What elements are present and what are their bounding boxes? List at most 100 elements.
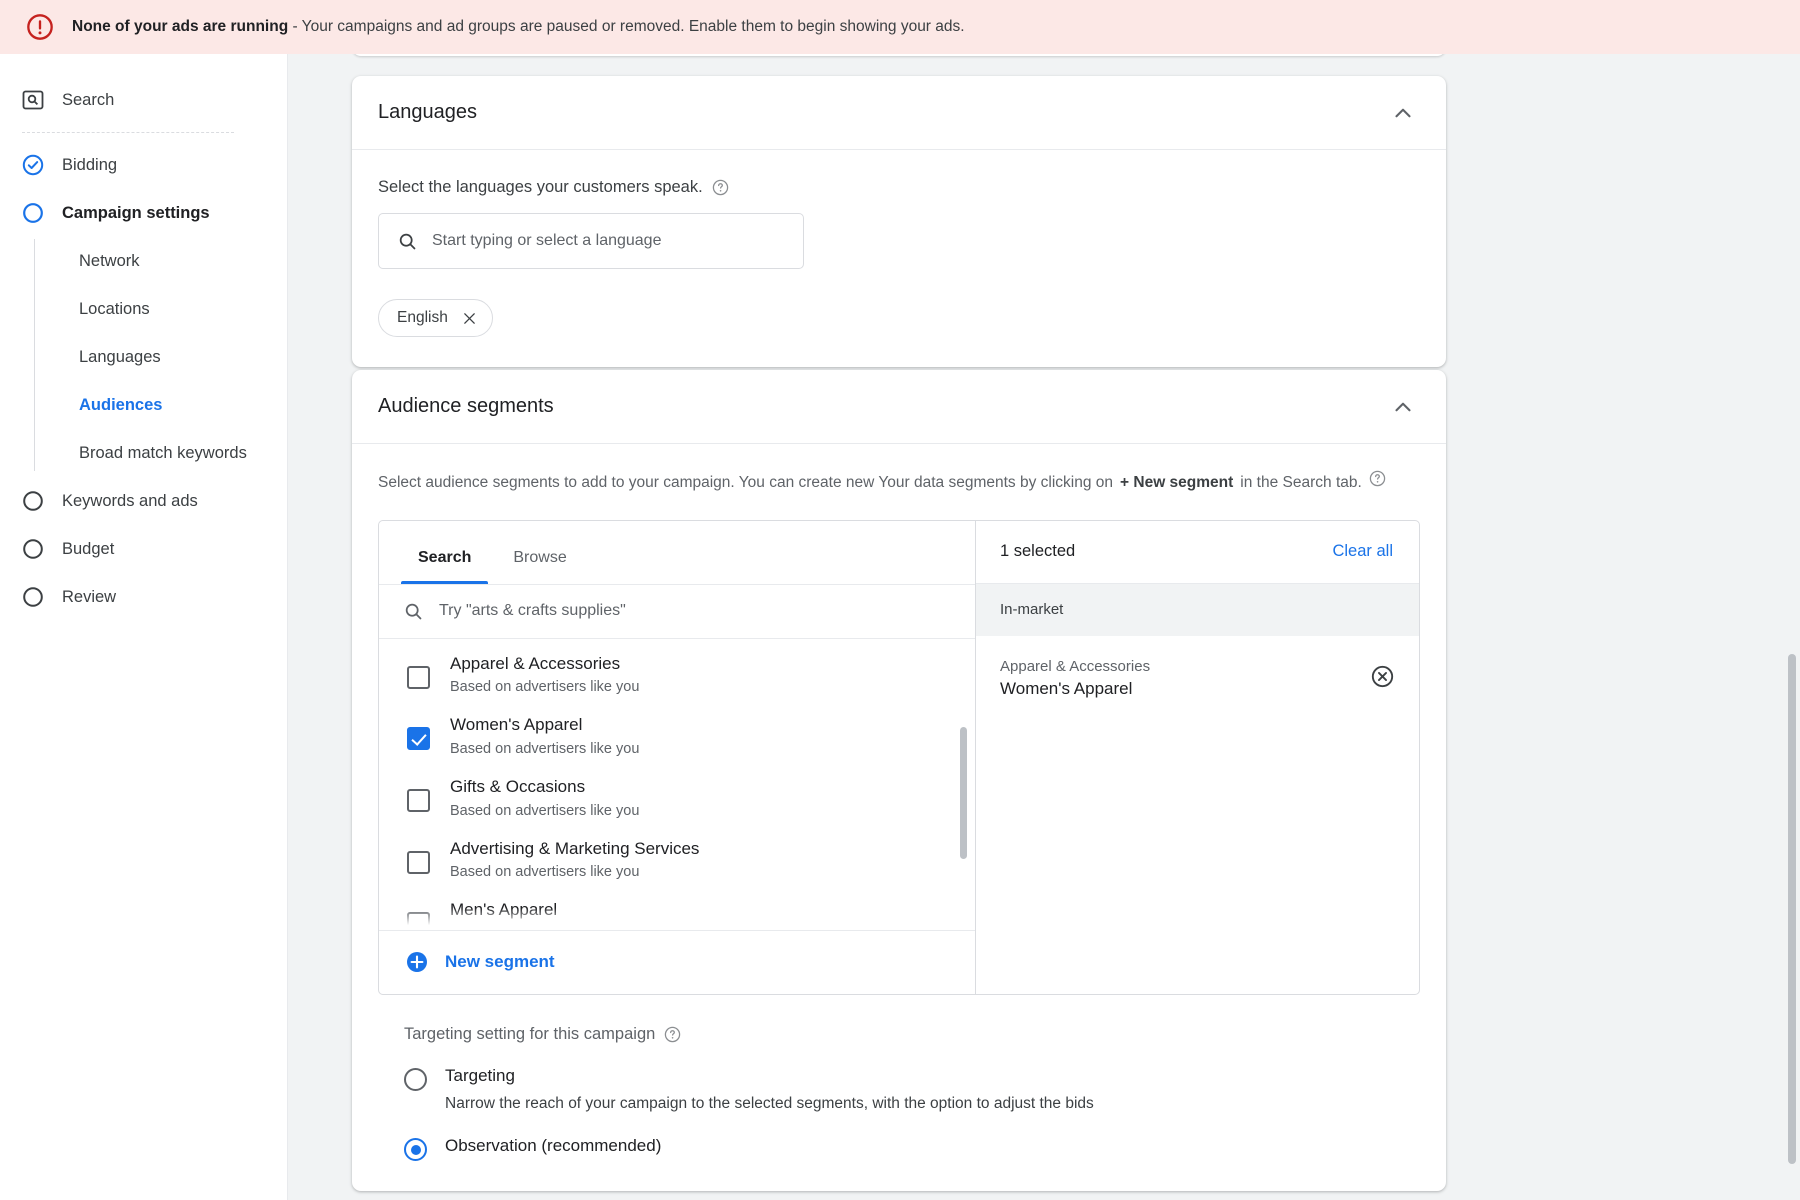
audience-description-after: in the Search tab. xyxy=(1240,474,1362,491)
audience-description-before: Select audience segments to add to your … xyxy=(378,474,1114,491)
targeting-label-text: Targeting setting for this campaign xyxy=(404,1024,656,1043)
sidebar-subitem-label: Languages xyxy=(79,347,161,366)
language-chip-label: English xyxy=(397,309,448,326)
segment-name: Women's Apparel xyxy=(450,715,583,735)
tab-search[interactable]: Search xyxy=(401,549,489,584)
segment-search-placeholder: Try "arts & crafts supplies" xyxy=(439,602,626,620)
sidebar-subitem-label: Locations xyxy=(79,299,150,318)
audience-segments-card: Audience segments Select audience segmen… xyxy=(352,370,1446,1192)
sidebar: Search Bidding Campaign settings Network… xyxy=(0,54,288,1200)
search-icon xyxy=(405,603,422,620)
plus-circle-icon xyxy=(407,952,427,973)
sidebar-item-label: Search xyxy=(62,90,115,109)
circle-icon xyxy=(20,536,46,562)
help-circle-icon[interactable] xyxy=(664,1026,681,1043)
page-body: Search Bidding Campaign settings Network… xyxy=(0,54,1800,1200)
audience-picker: Search Browse Try "arts & crafts supplie… xyxy=(378,519,1420,995)
remove-circle-icon[interactable] xyxy=(1370,664,1395,689)
segment-list-scrollbar[interactable] xyxy=(960,726,967,859)
previous-card-bottom xyxy=(352,54,1446,56)
close-icon[interactable] xyxy=(462,311,477,326)
list-item[interactable]: Gifts & Occasions Based on advertisers l… xyxy=(379,766,975,828)
radio-option-observation[interactable]: Observation (recommended) xyxy=(404,1136,1394,1162)
new-segment-button[interactable]: New segment xyxy=(379,929,975,994)
segment-list-fade xyxy=(379,907,975,930)
segment-checkbox[interactable] xyxy=(407,727,430,751)
sidebar-item-label: Bidding xyxy=(62,155,118,174)
segment-subtitle: Based on advertisers like you xyxy=(450,802,640,819)
selected-item-texts: Apparel & Accessories Women's Apparel xyxy=(1000,658,1370,699)
circle-icon xyxy=(20,584,46,610)
audience-picker-left: Search Browse Try "arts & crafts supplie… xyxy=(379,520,976,994)
selected-count: 1 selected xyxy=(1000,542,1076,561)
sidebar-item-label: Budget xyxy=(62,539,115,558)
radio-label: Observation (recommended) xyxy=(445,1136,662,1156)
sidebar-item-audiences[interactable]: Audiences xyxy=(34,381,287,429)
error-circle-icon xyxy=(27,14,53,40)
sidebar-item-budget[interactable]: Budget xyxy=(0,525,287,573)
sidebar-divider xyxy=(22,132,234,133)
sidebar-item-campaign-settings[interactable]: Campaign settings xyxy=(0,189,287,237)
radio-button[interactable] xyxy=(404,1067,427,1091)
circle-icon xyxy=(20,488,46,514)
search-icon xyxy=(399,233,416,249)
audience-tabs: Search Browse xyxy=(379,521,975,584)
audience-description: Select audience segments to add to your … xyxy=(378,470,1420,494)
radio-description: Narrow the reach of your campaign to the… xyxy=(445,1094,1094,1112)
sidebar-item-locations[interactable]: Locations xyxy=(34,285,287,333)
new-segment-label: New segment xyxy=(445,952,555,972)
segment-subtitle: Based on advertisers like you xyxy=(450,740,640,757)
help-circle-icon[interactable] xyxy=(712,179,729,196)
segment-checkbox[interactable] xyxy=(407,665,430,689)
languages-card-header: Languages xyxy=(352,76,1446,150)
sidebar-item-bidding[interactable]: Bidding xyxy=(0,141,287,189)
sidebar-subnav: Network Locations Languages Audiences Br… xyxy=(34,237,287,477)
alert-title: None of your ads are running xyxy=(72,17,289,35)
segment-search-input[interactable]: Try "arts & crafts supplies" xyxy=(379,585,975,639)
language-search-placeholder: Start typing or select a language xyxy=(432,232,662,249)
circle-icon xyxy=(20,200,46,226)
audience-picker-right: 1 selected Clear all In-market Apparel &… xyxy=(976,521,1419,994)
sidebar-subitem-label: Broad match keywords xyxy=(79,443,247,462)
sidebar-item-broad-match-keywords[interactable]: Broad match keywords xyxy=(34,429,287,477)
sidebar-subitem-label: Network xyxy=(79,251,140,270)
audience-description-bold: + New segment xyxy=(1120,474,1234,491)
list-item[interactable]: Women's Apparel Based on advertisers lik… xyxy=(379,704,975,766)
segment-checkbox[interactable] xyxy=(407,850,430,874)
sidebar-item-review[interactable]: Review xyxy=(0,573,287,621)
selected-group-label: In-market xyxy=(976,583,1419,636)
segment-checkbox[interactable] xyxy=(407,788,430,812)
segment-name: Gifts & Occasions xyxy=(450,776,586,796)
help-circle-icon[interactable] xyxy=(1369,470,1386,487)
sidebar-item-label: Review xyxy=(62,587,117,606)
selected-panel-header: 1 selected Clear all xyxy=(976,521,1419,584)
tab-browse[interactable]: Browse xyxy=(496,549,583,584)
segment-list[interactable]: Apparel & Accessories Based on advertise… xyxy=(379,639,975,930)
sidebar-item-label: Campaign settings xyxy=(62,203,210,222)
list-item[interactable]: Apparel & Accessories Based on advertise… xyxy=(379,643,975,705)
radio-label: Targeting xyxy=(445,1065,515,1085)
radio-button[interactable] xyxy=(404,1138,427,1162)
selected-item-name: Women's Apparel xyxy=(1000,678,1133,698)
targeting-label: Targeting setting for this campaign xyxy=(404,1025,1394,1044)
languages-field-label-text: Select the languages your customers spea… xyxy=(378,178,703,196)
sidebar-item-search[interactable]: Search xyxy=(0,76,287,124)
segment-name: Advertising & Marketing Services xyxy=(450,838,700,858)
sidebar-item-languages[interactable]: Languages xyxy=(34,333,287,381)
chevron-up-icon[interactable] xyxy=(1390,394,1416,420)
alert-text: None of your ads are running - Your camp… xyxy=(72,17,965,37)
search-box-icon xyxy=(20,87,46,113)
language-search-input[interactable]: Start typing or select a language xyxy=(378,213,804,269)
sidebar-item-network[interactable]: Network xyxy=(34,237,287,285)
list-item[interactable]: Advertising & Marketing Services Based o… xyxy=(379,828,975,890)
languages-card: Languages Select the languages your cust… xyxy=(352,76,1446,367)
check-circle-icon xyxy=(20,152,46,178)
languages-card-body: Select the languages your customers spea… xyxy=(352,150,1446,367)
radio-option-targeting[interactable]: Targeting Narrow the reach of your campa… xyxy=(404,1066,1394,1115)
sidebar-subitem-label: Audiences xyxy=(79,395,163,414)
chevron-up-icon[interactable] xyxy=(1390,100,1416,126)
selected-item-parent: Apparel & Accessories xyxy=(1000,657,1151,675)
page-scrollbar[interactable] xyxy=(1788,654,1796,1164)
sidebar-item-keywords-and-ads[interactable]: Keywords and ads xyxy=(0,477,287,525)
clear-all-link[interactable]: Clear all xyxy=(1332,542,1393,561)
